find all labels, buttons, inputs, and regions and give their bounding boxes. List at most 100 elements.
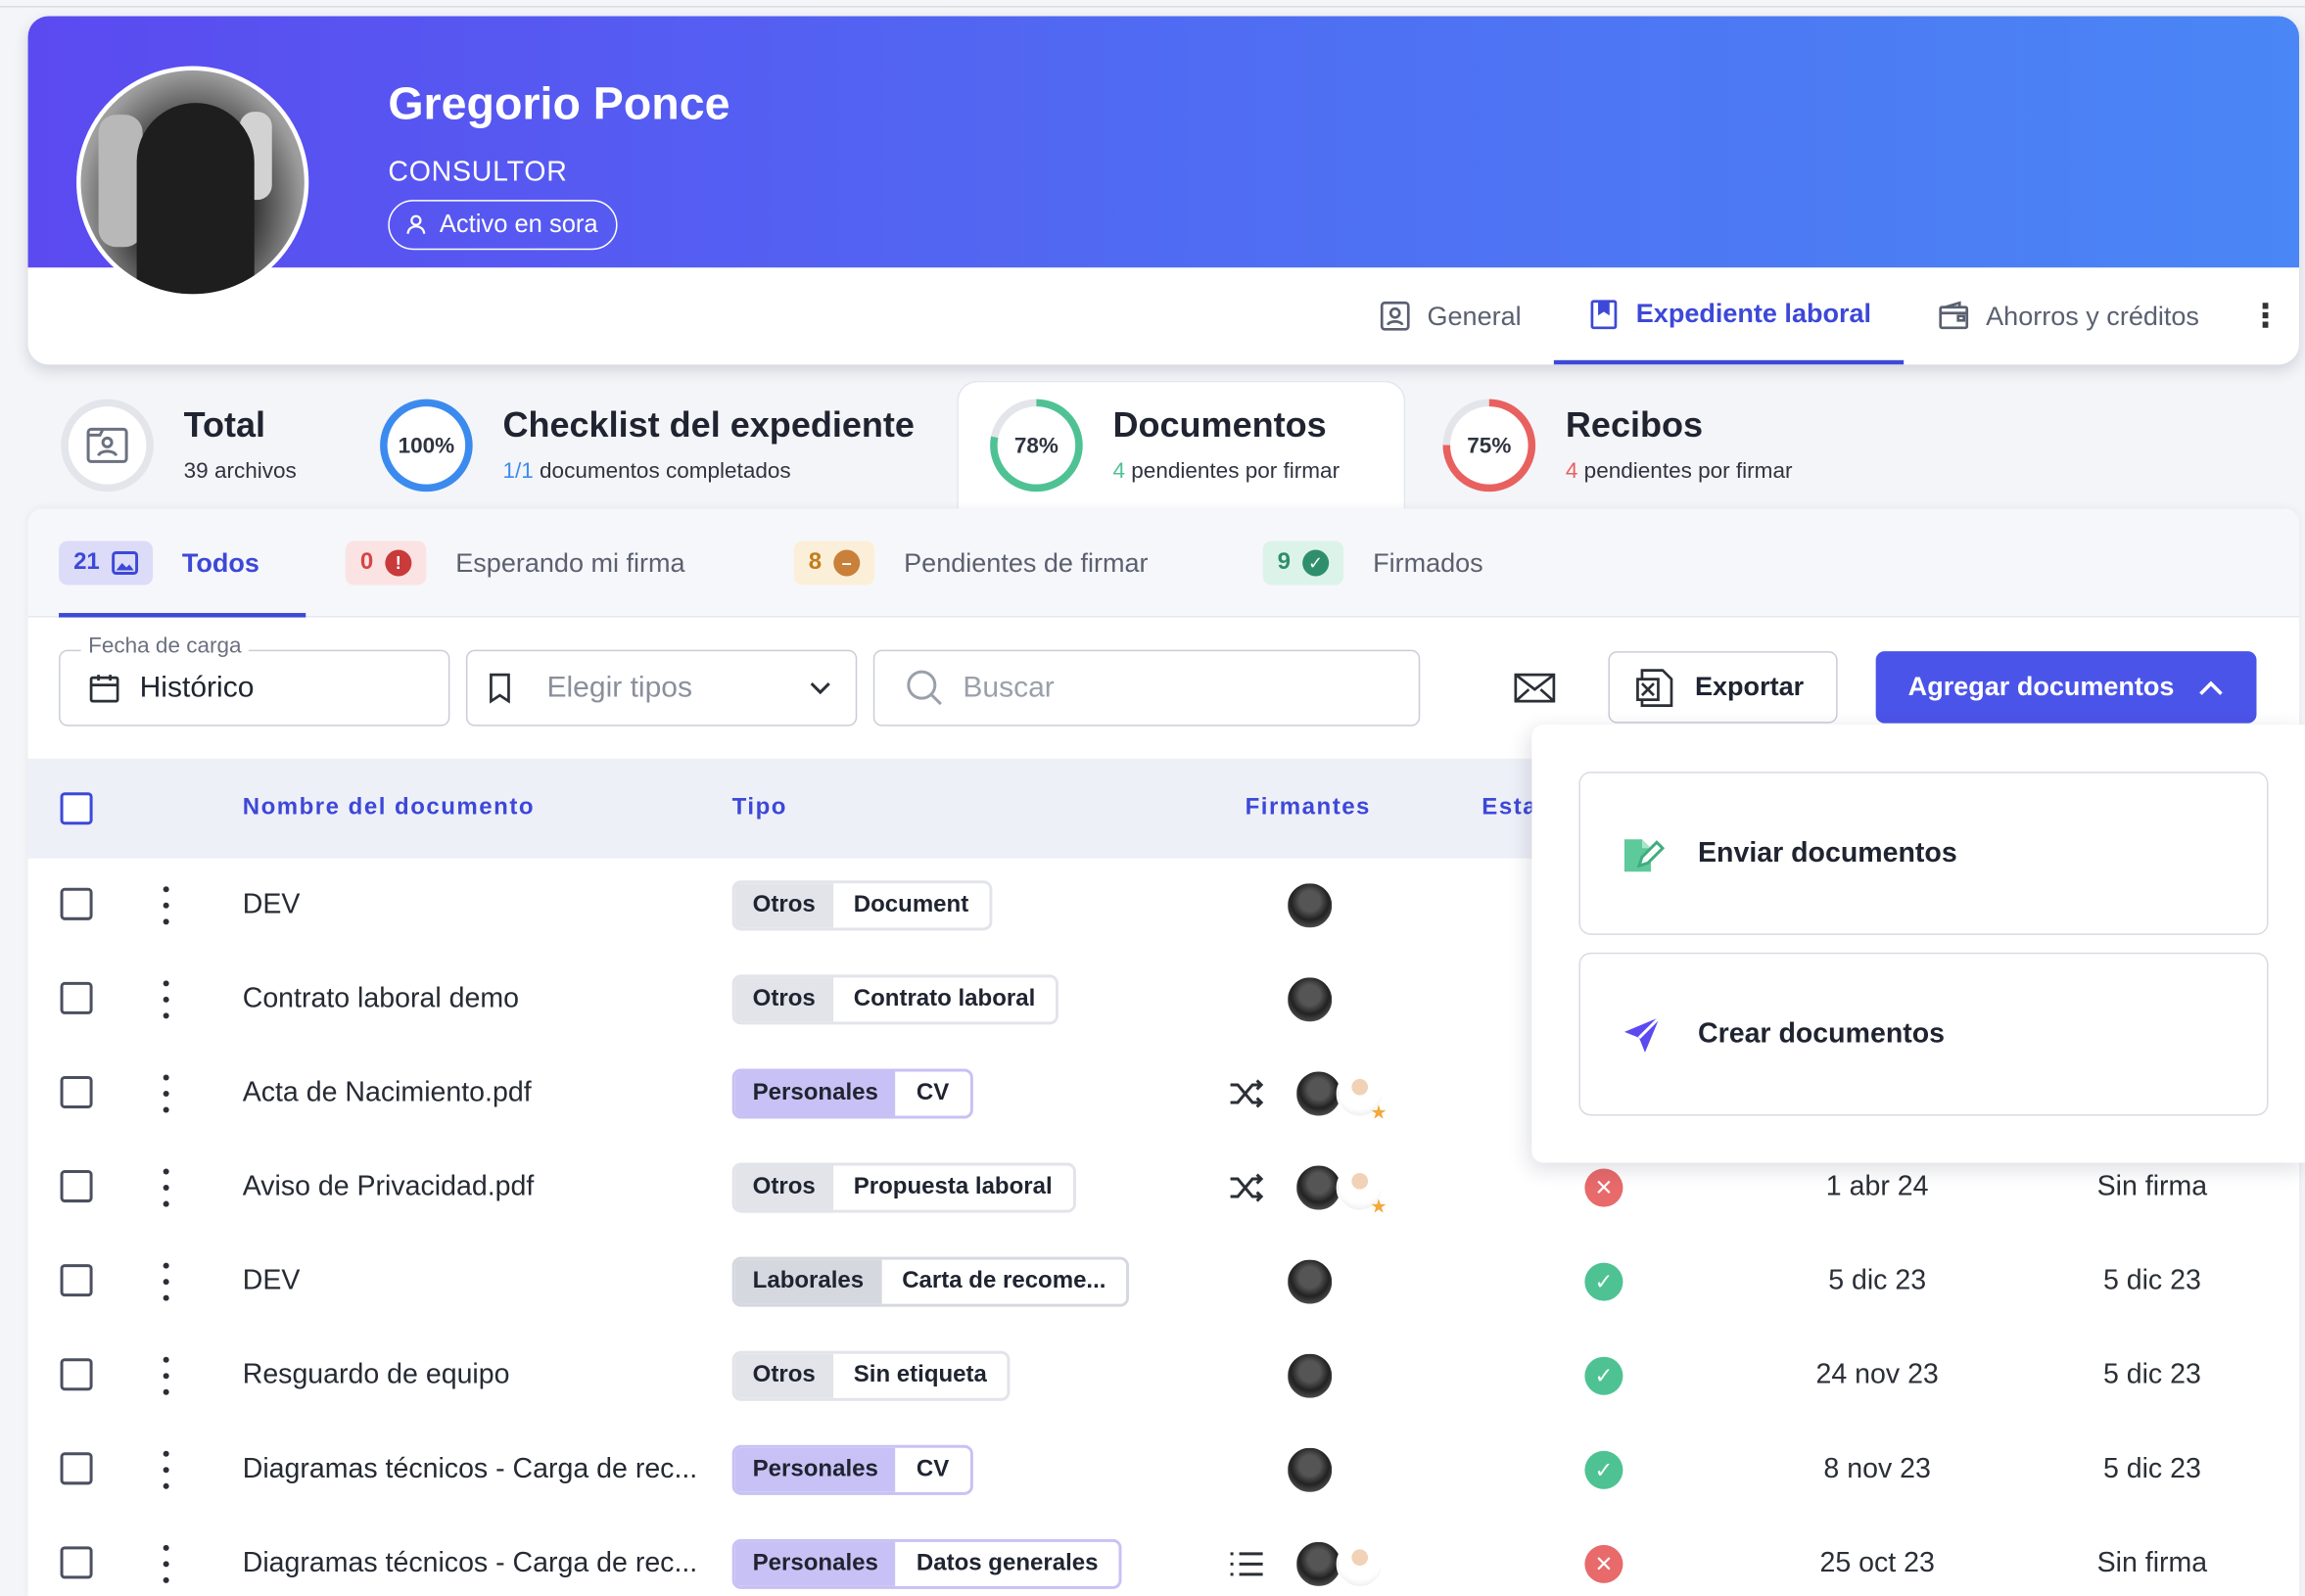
select-all-checkbox[interactable] (60, 792, 93, 825)
list-icon (1230, 1552, 1263, 1576)
filter-chip-esperando: 0 ! (345, 540, 427, 586)
column-name[interactable]: Nombre del documento (243, 759, 535, 859)
type-tag: Laborales Carta de recome... (731, 1256, 1130, 1307)
row-menu-icon[interactable] (152, 1258, 181, 1305)
upload-date: 5 dic 23 (1828, 1265, 1927, 1297)
document-name[interactable]: Diagramas técnicos - Carga de rec... (243, 1423, 698, 1517)
filter-tab-firmados[interactable]: 9 ✓ Firmados (1262, 508, 1483, 617)
profile-card: Gregorio Ponce CONSULTOR Activo en sora … (27, 16, 2300, 365)
upload-date: 24 nov 23 (1815, 1359, 1939, 1391)
document-name[interactable]: DEV (243, 1235, 301, 1329)
tab-general[interactable]: General (1344, 267, 1553, 364)
document-name[interactable]: Contrato laboral demo (243, 953, 519, 1047)
table-row[interactable]: Diagramas técnicos - Carga de rec... Per… (28, 1423, 2300, 1517)
signed-date: Sin firma (2096, 1547, 2208, 1579)
filter-chip-pendientes: 8 – (793, 540, 875, 586)
filter-tab-pendientes[interactable]: 8 – Pendientes de firmar (793, 508, 1149, 617)
row-checkbox[interactable] (60, 1546, 93, 1579)
column-status[interactable]: Esta (1482, 759, 1537, 859)
filter-chip-todos: 21 (59, 540, 153, 586)
summary-recibos-sub: 4 pendientes por firmar (1566, 458, 1793, 484)
more-options-icon[interactable]: ⋮ (2232, 297, 2299, 335)
export-button[interactable]: Exportar (1608, 651, 1838, 724)
column-signers[interactable]: Firmantes (1246, 759, 1371, 859)
row-menu-icon[interactable] (152, 882, 181, 929)
row-checkbox[interactable] (60, 887, 93, 920)
filter-tab-todos[interactable]: 21 Todos (59, 508, 307, 618)
row-menu-icon[interactable] (152, 1164, 181, 1211)
document-name[interactable]: DEV (243, 859, 301, 953)
status-rejected-icon: ✕ (1584, 1168, 1623, 1207)
type-label: Document (832, 883, 990, 928)
calendar-icon (89, 675, 119, 703)
summary-recibos[interactable]: 75% Recibos 4 pendientes por firmar (1440, 385, 1852, 508)
type-tag: Otros Contrato laboral (731, 974, 1059, 1025)
menu-item-send-documents[interactable]: Enviar documentos (1578, 772, 2269, 935)
chevron-up-icon (2199, 680, 2223, 695)
row-menu-icon[interactable] (152, 1352, 181, 1399)
search-input[interactable]: Buscar (872, 649, 1421, 727)
summary-checklist[interactable]: 100% Checklist del expediente 1/1 docume… (378, 385, 936, 508)
table-row[interactable]: Diagramas técnicos - Carga de rec... Per… (28, 1517, 2300, 1596)
menu-item-create-documents[interactable]: Crear documentos (1578, 952, 2269, 1116)
add-documents-button[interactable]: Agregar documentos (1875, 651, 2257, 724)
document-name[interactable]: Acta de Nacimiento.pdf (243, 1047, 532, 1141)
mail-icon[interactable] (1513, 669, 1557, 707)
summary-documentos-sub: 4 pendientes por firmar (1112, 458, 1340, 484)
row-checkbox[interactable] (60, 981, 93, 1014)
filter-tabs: 21 Todos 0 ! Esperando mi firma 8 – Pend… (27, 508, 2300, 618)
recibos-sub-text: pendientes por firmar (1583, 458, 1793, 484)
row-checkbox[interactable] (60, 1170, 93, 1203)
upload-date: 25 oct 23 (1819, 1547, 1935, 1579)
signer-avatar (1286, 1446, 1334, 1494)
document-name[interactable]: Diagramas técnicos - Carga de rec... (243, 1517, 698, 1596)
row-checkbox[interactable] (60, 1075, 93, 1108)
date-filter-value: Histórico (139, 671, 255, 704)
alert-icon: ! (385, 549, 412, 577)
document-name[interactable]: Aviso de Privacidad.pdf (243, 1141, 535, 1235)
document-edit-icon (1623, 838, 1666, 871)
documentos-progress-ring: 78% (990, 399, 1083, 493)
table-row[interactable]: DEV Laborales Carta de recome... ✓ 5 dic … (28, 1235, 2300, 1329)
summary-total[interactable]: Total 39 archivos (59, 385, 353, 508)
row-menu-icon[interactable] (152, 976, 181, 1023)
excel-icon (1636, 668, 1673, 707)
status-badge: Activo en sora (388, 200, 618, 251)
type-category: Personales (734, 1541, 896, 1586)
tab-ahorros-label: Ahorros y créditos (1986, 301, 2199, 331)
row-checkbox[interactable] (60, 1358, 93, 1391)
profile-avatar[interactable] (76, 66, 309, 299)
send-icon (1623, 1015, 1662, 1053)
status-badge-label: Activo en sora (439, 210, 598, 239)
row-menu-icon[interactable] (152, 1540, 181, 1587)
row-checkbox[interactable] (60, 1264, 93, 1297)
minus-icon: – (833, 549, 861, 577)
signer-avatar (1294, 1069, 1342, 1117)
status-rejected-icon: ✕ (1584, 1544, 1623, 1583)
row-checkbox[interactable] (60, 1452, 93, 1485)
table-row[interactable]: Resguardo de equipo Otros Sin etiqueta ✓ … (28, 1329, 2300, 1423)
date-filter[interactable]: Fecha de carga Histórico (59, 634, 450, 727)
chevron-down-icon (810, 682, 830, 695)
signer-avatar (1286, 881, 1334, 929)
tab-expediente-laboral[interactable]: Expediente laboral (1553, 267, 1905, 365)
tab-ahorros-creditos[interactable]: Ahorros y créditos (1904, 267, 2232, 364)
types-select[interactable]: Elegir tipos (465, 649, 858, 727)
filter-tab-esperando[interactable]: 0 ! Esperando mi firma (345, 508, 685, 617)
summary-checklist-title: Checklist del expediente (502, 405, 915, 446)
type-category: Otros (734, 883, 833, 928)
top-divider (0, 6, 2305, 8)
shuffle-icon (1230, 1079, 1264, 1108)
row-menu-icon[interactable] (152, 1070, 181, 1117)
star-icon: ★ (1370, 1195, 1388, 1218)
row-menu-icon[interactable] (152, 1446, 181, 1493)
checklist-progress-ring: 100% (380, 399, 473, 493)
recibos-progress-ring: 75% (1442, 399, 1536, 493)
filter-count-todos: 21 (73, 549, 100, 576)
summary-documentos[interactable]: 78% Documentos 4 pendientes por firmar (988, 385, 1399, 508)
type-label: Carta de recome... (881, 1259, 1127, 1304)
type-label: CV (895, 1071, 970, 1116)
recibos-count: 4 (1565, 458, 1578, 484)
document-name[interactable]: Resguardo de equipo (243, 1329, 510, 1423)
column-type[interactable]: Tipo (732, 759, 787, 859)
